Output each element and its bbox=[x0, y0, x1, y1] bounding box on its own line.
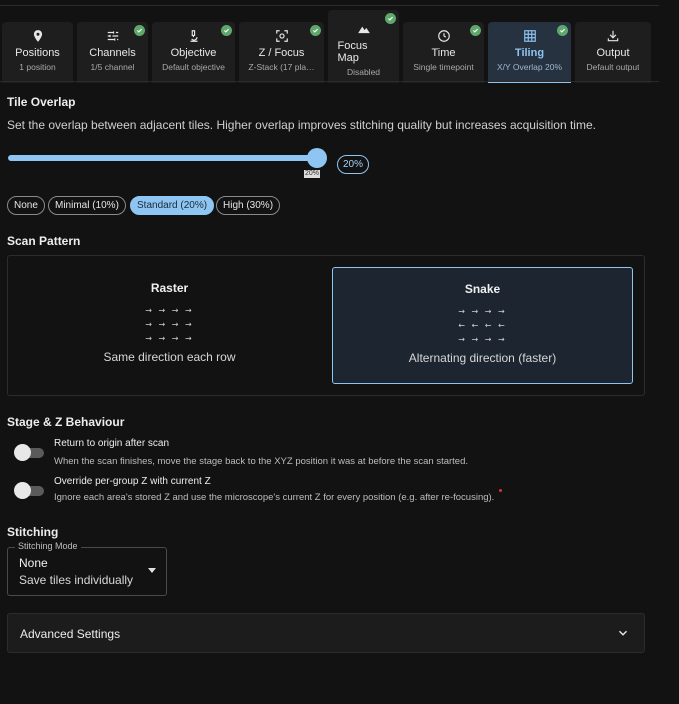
microscope-icon bbox=[186, 28, 202, 44]
cursor-dot bbox=[499, 489, 502, 492]
focus-icon bbox=[274, 28, 290, 44]
scan-option-title: Snake bbox=[464, 282, 501, 296]
tabs-divider bbox=[0, 81, 659, 82]
tab-sublabel: Default output bbox=[586, 62, 640, 72]
tab-objective[interactable]: Objective Default objective bbox=[152, 22, 235, 83]
toggle-description: When the scan finishes, move the stage b… bbox=[54, 456, 469, 467]
tab-sublabel: Single timepoint bbox=[413, 62, 474, 72]
check-icon bbox=[385, 13, 396, 24]
sliders-icon bbox=[105, 28, 121, 44]
scan-option-description: Alternating direction (faster) bbox=[408, 351, 557, 365]
mountain-icon bbox=[356, 21, 372, 37]
check-icon bbox=[310, 25, 321, 36]
clock-icon bbox=[436, 28, 452, 44]
select-value-detail: Save tiles individually bbox=[19, 573, 134, 587]
snake-arrows-icon: → → → → ← ← ← ← → → → → bbox=[458, 307, 507, 344]
preset-standard-chip[interactable]: Standard (20%) bbox=[130, 196, 215, 215]
check-icon bbox=[557, 25, 568, 36]
toggle-description: Ignore each area's stored Z and use the … bbox=[54, 492, 495, 503]
tab-time[interactable]: Time Single timepoint bbox=[403, 22, 484, 83]
tab-label: Z / Focus bbox=[258, 47, 305, 59]
tab-label: Objective bbox=[170, 47, 217, 59]
top-divider bbox=[0, 5, 659, 6]
stage-z-heading: Stage & Z Behaviour bbox=[7, 415, 125, 429]
toggle-label: Override per-group Z with current Z bbox=[54, 476, 211, 487]
tab-sublabel: 1 position bbox=[19, 62, 56, 72]
tab-channels[interactable]: Channels 1/5 channel bbox=[77, 22, 148, 83]
tab-label: Output bbox=[596, 47, 630, 59]
preset-minimal-chip[interactable]: Minimal (10%) bbox=[48, 196, 126, 215]
advanced-settings-accordion[interactable]: Advanced Settings bbox=[7, 613, 645, 653]
tab-label: Channels bbox=[89, 47, 136, 59]
overlap-slider-track[interactable] bbox=[8, 155, 318, 161]
tab-output[interactable]: Output Default output bbox=[575, 22, 651, 83]
tab-sublabel: Disabled bbox=[346, 67, 381, 77]
scan-option-title: Raster bbox=[150, 281, 189, 295]
slider-value-tick: 20% bbox=[304, 170, 321, 178]
preset-high-chip[interactable]: High (30%) bbox=[216, 196, 281, 215]
overlap-slider-thumb[interactable] bbox=[307, 148, 327, 168]
scan-option-raster[interactable]: Raster → → → → → → → → → → → → Same dire… bbox=[19, 267, 320, 384]
tab-label: Time bbox=[431, 47, 456, 59]
stitching-heading: Stitching bbox=[7, 525, 59, 539]
scan-pattern-group: Raster → → → → → → → → → → → → Same dire… bbox=[7, 255, 645, 396]
tab-label: Positions bbox=[15, 47, 60, 59]
tile-overlap-description: Set the overlap between adjacent tiles. … bbox=[7, 118, 596, 132]
tab-tiling[interactable]: Tiling X/Y Overlap 20% bbox=[488, 22, 571, 83]
advanced-settings-label: Advanced Settings bbox=[20, 627, 121, 641]
tab-positions[interactable]: Positions 1 position bbox=[2, 22, 73, 83]
tab-z-focus[interactable]: Z / Focus Z-Stack (17 pla… bbox=[239, 22, 324, 83]
tab-bar: Positions 1 position Channels 1/5 channe… bbox=[0, 10, 659, 83]
check-icon bbox=[134, 25, 145, 36]
pin-icon bbox=[30, 28, 46, 44]
return-origin-toggle[interactable] bbox=[14, 444, 44, 461]
grid-icon bbox=[522, 28, 538, 44]
download-icon bbox=[605, 28, 621, 44]
raster-arrows-icon: → → → → → → → → → → → → bbox=[145, 306, 194, 343]
scan-option-snake[interactable]: Snake → → → → ← ← ← ← → → → → Alternatin… bbox=[332, 267, 633, 384]
tab-focus-map[interactable]: Focus Map Disabled bbox=[328, 10, 399, 83]
tab-sublabel: X/Y Overlap 20% bbox=[496, 62, 563, 72]
preset-none-chip[interactable]: None bbox=[7, 196, 45, 215]
scan-option-description: Same direction each row bbox=[103, 350, 236, 364]
select-value: None bbox=[19, 556, 48, 570]
chevron-down-icon bbox=[618, 630, 628, 636]
scan-pattern-heading: Scan Pattern bbox=[7, 234, 81, 248]
tile-overlap-heading: Tile Overlap bbox=[7, 95, 76, 109]
tab-label: Tiling bbox=[514, 47, 545, 59]
overlap-value-badge: 20% bbox=[337, 155, 370, 174]
stitching-mode-select[interactable]: Stitching Mode None Save tiles individua… bbox=[7, 541, 167, 596]
override-z-toggle[interactable] bbox=[14, 482, 44, 499]
tab-label: Focus Map bbox=[337, 40, 368, 64]
check-icon bbox=[221, 25, 232, 36]
select-legend: Stitching Mode bbox=[15, 541, 81, 551]
tab-sublabel: Z-Stack (17 pla… bbox=[248, 62, 315, 72]
toggle-label: Return to origin after scan bbox=[54, 438, 170, 449]
caret-down-icon bbox=[148, 568, 156, 573]
tab-sublabel: 1/5 channel bbox=[90, 62, 135, 72]
tab-sublabel: Default objective bbox=[162, 62, 225, 72]
check-icon bbox=[470, 25, 481, 36]
